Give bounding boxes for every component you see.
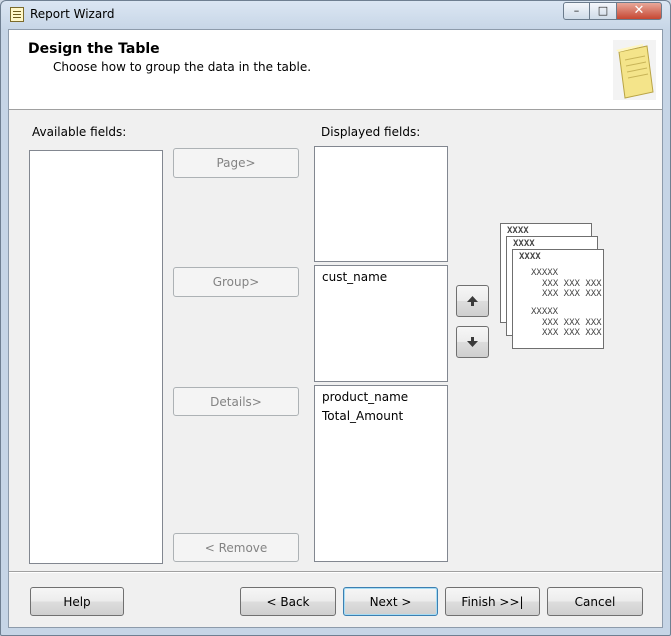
available-fields-label: Available fields: (32, 125, 127, 139)
window-title: Report Wizard (30, 7, 115, 21)
preview-detail-row: XXX XXX XXX (542, 318, 602, 328)
available-fields-list[interactable] (29, 150, 163, 564)
displayed-fields-label: Displayed fields: (321, 125, 421, 139)
page-title: Design the Table (28, 41, 160, 57)
details-button[interactable]: Details> (173, 387, 299, 416)
preview-detail-row: XXX XXX XXX (542, 328, 602, 338)
minimize-button[interactable]: – (563, 2, 590, 20)
move-up-button[interactable] (456, 285, 489, 317)
details-fields-list[interactable]: product_name Total_Amount (314, 385, 448, 562)
preview-page-header: XXXX (519, 252, 541, 262)
arrow-up-icon (467, 296, 478, 306)
page-button[interactable]: Page> (173, 148, 299, 178)
next-button[interactable]: Next > (343, 587, 438, 616)
footer-divider-highlight (9, 572, 662, 573)
wizard-header: Design the Table Choose how to group the… (9, 30, 662, 110)
preview-detail-row: XXX XXX XXX (542, 289, 602, 299)
preview-group-header: XXXXX (531, 268, 559, 278)
arrow-down-icon (467, 337, 478, 347)
group-fields-list[interactable]: cust_name (314, 265, 448, 382)
remove-button[interactable]: < Remove (173, 533, 299, 562)
wizard-client-area: Design the Table Choose how to group the… (8, 29, 663, 628)
page-fields-list[interactable] (314, 146, 448, 262)
list-item[interactable]: cust_name (315, 266, 447, 285)
maximize-button[interactable]: □ (589, 2, 617, 20)
help-button[interactable]: Help (30, 587, 124, 616)
move-down-button[interactable] (456, 326, 489, 358)
close-button[interactable]: ✕ (616, 2, 662, 20)
back-button[interactable]: < Back (240, 587, 336, 616)
finish-button[interactable]: Finish >>| (445, 587, 540, 616)
report-wizard-window: Report Wizard – □ ✕ Design the Table Cho… (0, 0, 671, 636)
table-layout-preview: XXXX XXXX XXXX XXXXX XXX XXX XXX XXX XXX… (499, 223, 609, 353)
cancel-button[interactable]: Cancel (547, 587, 643, 616)
preview-page-header: XXXX (513, 239, 535, 249)
preview-page-header: XXXX (507, 226, 529, 236)
preview-page: XXXX XXXXX XXX XXX XXX XXX XXX XXX XXXXX… (512, 249, 604, 349)
page-subtitle: Choose how to group the data in the tabl… (53, 60, 312, 74)
preview-detail-row: XXX XXX XXX (542, 279, 602, 289)
list-item[interactable]: product_name (315, 386, 447, 405)
group-button[interactable]: Group> (173, 267, 299, 297)
preview-group-header: XXXXX (531, 307, 559, 317)
title-bar[interactable]: Report Wizard – □ ✕ (1, 1, 670, 29)
list-item[interactable]: Total_Amount (315, 405, 447, 424)
report-wizard-icon (10, 7, 24, 22)
report-page-icon (613, 40, 656, 100)
